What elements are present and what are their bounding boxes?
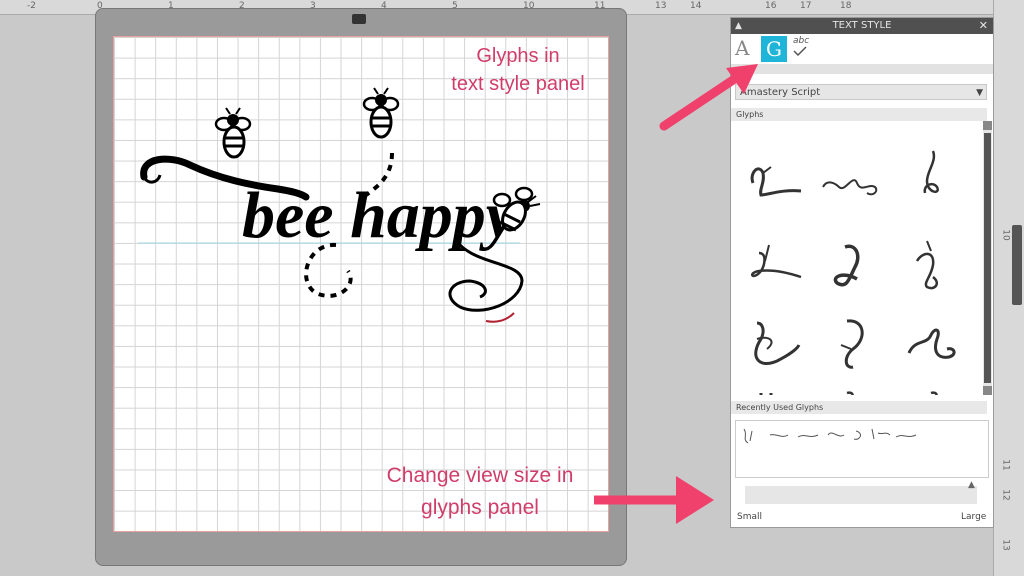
glyph-item[interactable] — [897, 309, 967, 373]
arrow-to-glyphs-tab-icon — [659, 64, 758, 131]
bee-happy-design[interactable]: bee happy — [130, 85, 550, 325]
panel-tabs: A G abc — [731, 34, 993, 64]
checkmark-icon — [793, 46, 807, 57]
annotation-line: Change view size in — [386, 464, 574, 487]
glyph-item[interactable] — [817, 385, 887, 395]
glyph-item[interactable] — [739, 309, 809, 373]
scroll-down-icon[interactable] — [983, 386, 992, 395]
close-icon[interactable]: ✕ — [979, 18, 988, 34]
tab-spell-label: abc — [793, 36, 810, 46]
recent-glyphs-box — [735, 420, 989, 478]
bee-icon[interactable] — [488, 182, 542, 238]
recent-glyphs-label: Recently Used Glyphs — [736, 403, 824, 412]
bee-icon[interactable] — [358, 86, 404, 142]
glyph-item[interactable] — [817, 231, 887, 295]
canvas-scrollbar[interactable] — [1012, 225, 1022, 305]
slider-max-label: Large — [961, 512, 987, 522]
glyphs-scrollbar[interactable] — [983, 121, 992, 395]
glyph-item[interactable] — [739, 231, 809, 295]
design-text: bee happy — [242, 179, 516, 252]
scroll-thumb[interactable] — [984, 133, 991, 383]
glyph-item[interactable] — [897, 231, 967, 295]
collapse-icon[interactable]: ▲ — [735, 18, 742, 34]
recent-glyphs-header: Recently Used Glyphs — [731, 401, 987, 414]
glyphs-annotation: Glyphs in text style panel — [418, 42, 618, 98]
tab-spell-check[interactable]: abc — [793, 36, 817, 62]
panel-divider — [731, 64, 993, 74]
glyph-item[interactable] — [817, 309, 887, 373]
glyph-item[interactable] — [897, 141, 967, 205]
glyph-item[interactable] — [739, 143, 809, 207]
recent-glyphs-row[interactable] — [740, 425, 920, 445]
bee-icon[interactable] — [210, 106, 256, 162]
annotation-line: glyphs panel — [421, 496, 539, 519]
panel-title: TEXT STYLE — [832, 20, 892, 31]
slider-handle[interactable]: ▲ — [968, 480, 975, 490]
panel-title-bar: ▲ TEXT STYLE ✕ — [731, 18, 993, 34]
slider-min-label: Small — [737, 512, 762, 522]
glyph-size-slider[interactable]: ▲ — [745, 480, 977, 504]
glyph-item[interactable] — [817, 143, 887, 207]
text-style-panel: ▲ TEXT STYLE ✕ A G abc Amastery Script ▼… — [730, 17, 994, 528]
glyphs-section-header: Glyphs — [731, 108, 987, 121]
font-select[interactable]: Amastery Script ▼ — [735, 84, 987, 100]
view-size-annotation: Change view size in glyphs panel — [360, 460, 600, 524]
arrow-to-slider-icon — [594, 476, 714, 524]
glyph-item[interactable] — [739, 385, 809, 395]
scroll-up-icon[interactable] — [983, 121, 992, 130]
annotation-line: text style panel — [451, 73, 585, 95]
dropdown-arrow-icon[interactable]: ▼ — [976, 85, 983, 101]
annotation-line: Glyphs in — [476, 45, 560, 67]
glyphs-grid — [731, 123, 983, 395]
glyph-item[interactable] — [897, 385, 967, 395]
mat-handle — [352, 14, 366, 24]
